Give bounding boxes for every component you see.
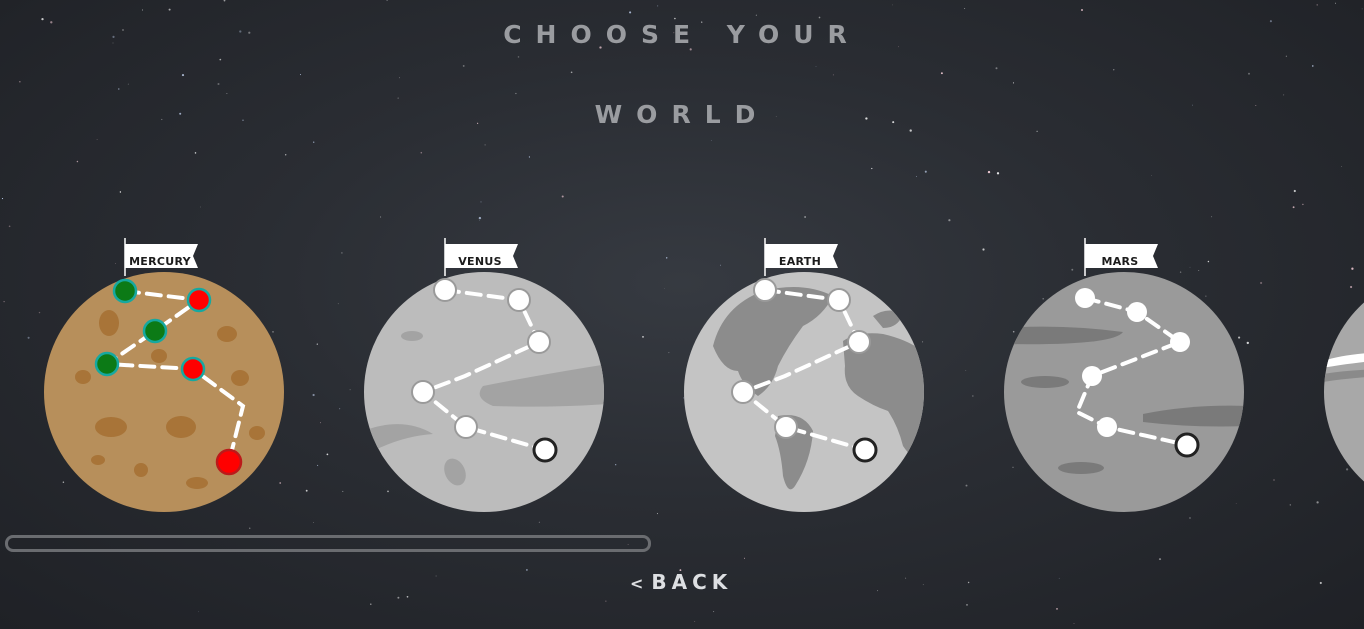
mars-surface — [1004, 272, 1244, 512]
level-node[interactable] — [532, 437, 558, 463]
level-node[interactable] — [94, 351, 120, 377]
level-node[interactable] — [112, 278, 138, 304]
planet-earth[interactable]: EARTH — [683, 236, 925, 516]
level-node[interactable] — [774, 415, 798, 439]
level-node[interactable] — [753, 278, 777, 302]
level-node[interactable] — [731, 380, 755, 404]
planet-mars[interactable]: MARS — [1003, 236, 1245, 516]
level-node[interactable] — [1170, 332, 1190, 352]
planet-mercury[interactable]: MERCURY — [43, 236, 285, 516]
level-node[interactable] — [847, 330, 871, 354]
page-title-line-2: WORLD — [594, 100, 770, 129]
level-node[interactable] — [1075, 288, 1095, 308]
level-node[interactable] — [186, 287, 212, 313]
chevron-left-icon: < — [630, 574, 652, 593]
level-node[interactable] — [454, 415, 478, 439]
earth-planet-graphic — [684, 238, 924, 512]
level-node[interactable] — [1082, 366, 1102, 386]
page-title-line-1: CHOOSE YOUR — [503, 20, 861, 49]
level-node[interactable] — [527, 330, 551, 354]
level-node[interactable] — [852, 437, 878, 463]
mercury-surface — [44, 272, 284, 512]
progress-bar — [5, 535, 651, 552]
level-node[interactable] — [1127, 302, 1147, 322]
mercury-planet-graphic — [44, 238, 284, 512]
level-node[interactable] — [215, 448, 243, 476]
earth-flag-label: EARTH — [778, 255, 822, 268]
back-button[interactable]: <BACK — [630, 570, 732, 594]
level-node[interactable] — [142, 318, 168, 344]
mars-planet-graphic — [1004, 238, 1244, 512]
planet-venus[interactable]: VENUS — [363, 236, 605, 516]
level-node[interactable] — [433, 278, 457, 302]
mercury-flag-label: MERCURY — [129, 255, 191, 268]
venus-planet-graphic — [364, 238, 604, 512]
back-button-label: BACK — [651, 570, 733, 594]
planet-next-partial[interactable] — [1323, 236, 1364, 516]
level-node[interactable] — [1097, 417, 1117, 437]
venus-flag-label: VENUS — [458, 255, 502, 268]
next-planet-graphic — [1324, 302, 1364, 482]
level-node[interactable] — [180, 356, 206, 382]
level-node[interactable] — [507, 288, 531, 312]
mars-flag-label: MARS — [1101, 255, 1139, 268]
level-node[interactable] — [411, 380, 435, 404]
level-node[interactable] — [827, 288, 851, 312]
level-node[interactable] — [1174, 432, 1200, 458]
